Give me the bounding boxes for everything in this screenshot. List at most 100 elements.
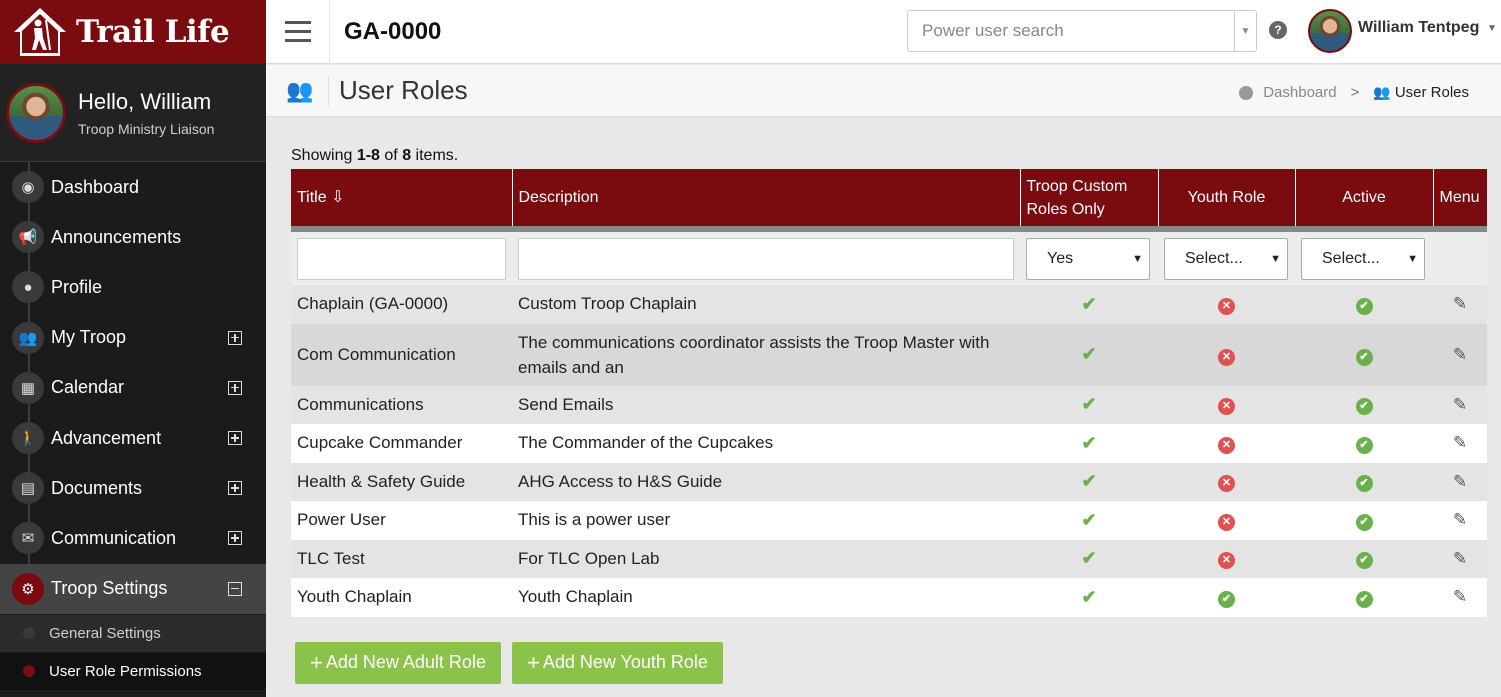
sidebar-item-calendar[interactable]: ▦ Calendar [0,363,266,413]
sidebar-subitem-user-role-permissions[interactable]: User Role Permissions [0,651,266,690]
sidebar-subitem-label: User Role Permissions [49,662,202,680]
table-row: Power User This is a power user ✔ ✕ ✔ ✎ [291,501,1487,540]
user-icon: ● [12,271,44,304]
column-header-youth-role: Youth Role [1158,169,1296,232]
expand-icon[interactable] [228,431,242,446]
active-filter-select[interactable]: Select... ▼ [1301,237,1425,280]
expand-icon[interactable] [228,531,242,546]
pencil-icon[interactable]: ✎ [1453,587,1467,606]
check-icon: ✔ [1081,293,1097,314]
pencil-icon[interactable]: ✎ [1453,433,1467,452]
pencil-icon[interactable]: ✎ [1453,510,1467,529]
troop-custom-cell: ✔ [1020,501,1158,540]
pencil-icon[interactable]: ✎ [1453,395,1467,414]
chevron-down-icon[interactable]: ▼ [1234,11,1256,51]
x-circle-icon: ✕ [1218,436,1235,454]
trail-life-logo [14,8,66,56]
document-icon: ▤ [12,472,44,505]
edit-cell: ✎ [1433,501,1487,540]
sidebar-item-profile[interactable]: ● Profile [0,262,266,312]
power-user-search[interactable]: Power user search ▼ [907,10,1257,52]
troop-custom-cell: ✔ [1020,462,1158,501]
chevron-down-icon: ▼ [1132,252,1143,265]
description-filter-input[interactable] [518,237,1014,280]
troop-custom-filter-select[interactable]: Yes ▼ [1026,237,1150,280]
search-input[interactable]: Power user search [908,21,1234,41]
unit-code: GA-0000 [344,17,442,45]
youth-role-cell: ✕ [1158,323,1295,386]
active-cell: ✔ [1295,424,1433,463]
expand-icon[interactable] [228,481,242,496]
sidebar-nav: ◉ Dashboard 📢 Announcements ● Profile 👥 … [0,162,266,690]
role-description: The Commander of the Cupcakes [512,424,1020,463]
sidebar-item-label: My Troop [51,327,127,348]
title-filter-input[interactable] [297,237,506,280]
expand-icon[interactable] [228,380,242,395]
table-row: Communications Send Emails ✔ ✕ ✔ ✎ [291,385,1487,424]
role-description: Send Emails [512,385,1020,424]
pencil-icon[interactable]: ✎ [1453,345,1467,364]
brand-header[interactable]: Trail Life [0,0,266,64]
sidebar-item-documents[interactable]: ▤ Documents [0,463,266,513]
role-title: Chaplain (GA-0000) [291,285,512,324]
sidebar-item-advancement[interactable]: 🚶 Advancement [0,413,266,463]
role-description: This is a power user [512,501,1020,540]
sidebar-item-label: Dashboard [51,176,140,197]
x-circle-icon: ✕ [1218,398,1235,416]
check-circle-icon: ✔ [1355,436,1373,454]
users-icon: 👥 [1373,84,1391,100]
menu-toggle-button[interactable] [266,0,330,64]
check-icon: ✔ [1081,471,1097,492]
main-content: Showing 1-8 of 8 items. Title ⇩ Descript… [291,117,1487,684]
sidebar-item-my-troop[interactable]: 👥 My Troop [0,313,266,363]
sidebar-item-label: Profile [51,276,103,297]
page-title: User Roles [339,75,468,105]
table-row: Health & Safety Guide AHG Access to H&S G… [291,462,1487,501]
role-description: The communications coordinator assists t… [512,323,1020,386]
breadcrumb-home[interactable]: Dashboard [1263,84,1336,101]
check-icon: ✔ [1081,344,1097,364]
collapse-icon[interactable] [228,581,242,596]
pencil-icon[interactable]: ✎ [1453,294,1467,313]
table-row: Chaplain (GA-0000) Custom Troop Chaplain ✔… [291,285,1487,324]
expand-icon[interactable] [228,330,242,345]
add-youth-role-button[interactable]: + Add New Youth Role [511,641,723,684]
result-summary: Showing 1-8 of 8 items. [291,147,459,164]
sidebar-item-label: Advancement [51,427,162,448]
help-icon[interactable]: ? [1269,21,1287,39]
sidebar-subitem-general-settings[interactable]: General Settings [0,613,266,652]
column-header-title[interactable]: Title ⇩ [291,169,513,232]
pencil-icon[interactable]: ✎ [1453,472,1467,491]
brand-name: Trail Life [76,14,230,50]
youth-role-filter-select[interactable]: Select... ▼ [1164,237,1288,280]
edit-cell: ✎ [1433,578,1487,617]
active-cell: ✔ [1295,539,1433,578]
x-circle-icon: ✕ [1218,349,1235,366]
check-circle-icon: ✔ [1355,590,1373,608]
table-body: Chaplain (GA-0000) Custom Troop Chaplain ✔… [291,285,1487,617]
x-circle-icon: ✕ [1218,297,1235,315]
chevron-down-icon[interactable]: ▼ [1487,23,1497,34]
add-adult-role-button[interactable]: + Add New Adult Role [295,641,501,684]
youth-role-cell: ✕ [1158,501,1295,540]
sidebar-item-communication[interactable]: ✉ Communication [0,513,266,563]
sidebar-item-dashboard[interactable]: ◉ Dashboard [0,162,266,212]
x-circle-icon: ✕ [1218,552,1235,570]
user-menu[interactable]: William Tentpeg [1358,19,1479,37]
avatar[interactable] [1308,9,1352,53]
role-title: Health & Safety Guide [291,462,512,501]
edit-cell: ✎ [1433,285,1487,324]
column-header-menu: Menu [1433,169,1487,232]
pencil-icon[interactable]: ✎ [1453,549,1467,568]
dashboard-icon: ◉ [12,171,44,204]
user-summary: Hello, William Troop Ministry Liaison [0,64,266,162]
sidebar-item-troop-settings[interactable]: ⚙ Troop Settings [0,563,266,614]
troop-custom-cell: ✔ [1020,323,1158,386]
table-row: TLC Test For TLC Open Lab ✔ ✕ ✔ ✎ [291,539,1487,578]
sidebar-item-announcements[interactable]: 📢 Announcements [0,212,266,262]
chevron-right-icon: > [1350,84,1360,101]
avatar[interactable] [6,82,66,143]
hamburger-icon [284,30,311,33]
check-icon: ✔ [1081,432,1097,453]
dashboard-icon [1239,85,1254,100]
